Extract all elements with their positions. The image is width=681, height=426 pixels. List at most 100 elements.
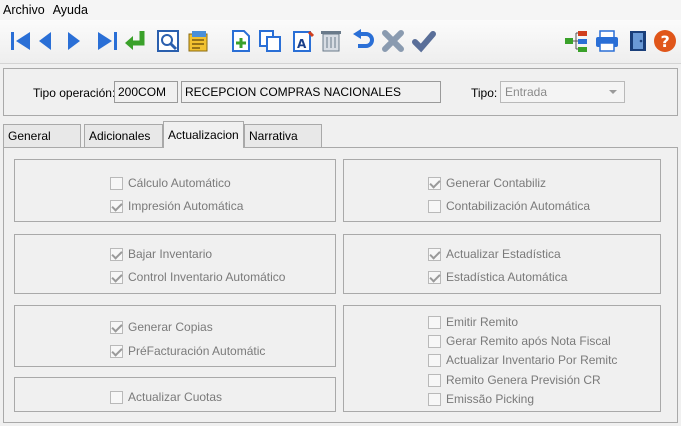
- checkbox-unchecked: [428, 373, 441, 387]
- print-button[interactable]: [594, 28, 620, 54]
- svg-text:?: ?: [661, 32, 670, 51]
- tipo-select-value: Entrada: [505, 85, 548, 99]
- last-icon: [98, 32, 117, 50]
- tab-general[interactable]: General: [3, 124, 81, 147]
- chk-generar-contabiliz[interactable]: Generar Contabiliz: [428, 176, 546, 190]
- checkbox-checked: [110, 199, 123, 213]
- new-button[interactable]: [228, 28, 254, 54]
- chk-emitir-remito[interactable]: Emitir Remito: [428, 315, 518, 329]
- chk-label: Impresión Automática: [128, 199, 244, 213]
- chk-gerar-remito[interactable]: Gerar Remito após Nota Fiscal: [428, 334, 611, 348]
- new-icon: [232, 30, 250, 52]
- preview-button[interactable]: [155, 28, 181, 54]
- menu-archivo[interactable]: Archivo: [0, 0, 49, 20]
- checkbox-unchecked: [428, 353, 441, 367]
- chk-actualizar-cuotas[interactable]: Actualizar Cuotas: [110, 390, 222, 404]
- tree-button[interactable]: [563, 28, 589, 54]
- delete-button[interactable]: [318, 28, 344, 54]
- edit-icon: A: [293, 30, 315, 52]
- group-automatizacion: Cálculo Automático Impresión Automática: [14, 159, 336, 222]
- last-record-button[interactable]: [94, 28, 120, 54]
- chk-estadistica-automatica[interactable]: Estadística Automática: [428, 270, 567, 284]
- checkbox-checked: [110, 270, 123, 284]
- group-contabilidad: Generar Contabiliz Contabilización Autom…: [343, 159, 661, 222]
- menu-ayuda[interactable]: Ayuda: [49, 0, 92, 20]
- descripcion-field[interactable]: RECEPCION COMPRAS NACIONALES: [181, 81, 441, 103]
- checkbox-checked: [110, 320, 123, 334]
- next-icon: [68, 32, 80, 50]
- chk-bajar-inventario[interactable]: Bajar Inventario: [110, 247, 212, 261]
- chk-actualizar-estadistica[interactable]: Actualizar Estadística: [428, 247, 561, 261]
- checkbox-unchecked: [428, 199, 441, 213]
- chk-label: Bajar Inventario: [128, 247, 213, 261]
- tipo-label: Tipo:: [471, 86, 498, 100]
- chk-label: Actualizar Cuotas: [128, 390, 223, 404]
- chk-label: Estadística Automática: [446, 270, 568, 284]
- prev-record-button[interactable]: [33, 28, 59, 54]
- checkbox-checked: [428, 247, 441, 261]
- svg-text:A: A: [297, 37, 307, 51]
- undo-icon: [353, 29, 374, 48]
- chk-label: Emitir Remito: [446, 315, 519, 329]
- enter-button[interactable]: [122, 28, 148, 54]
- chk-contabilizacion-automatica[interactable]: Contabilización Automática: [428, 199, 590, 213]
- print-icon: [596, 30, 618, 52]
- chk-remito-prevision[interactable]: Remito Genera Previsión CR: [428, 373, 601, 387]
- undo-button[interactable]: [350, 28, 376, 54]
- checkbox-checked: [428, 270, 441, 284]
- tree-icon: [565, 31, 587, 52]
- tab-body-actualizacion: Cálculo Automático Impresión Automática …: [3, 147, 678, 423]
- chevron-down-icon: [609, 90, 617, 94]
- chk-impresion-automatica[interactable]: Impresión Automática: [110, 199, 243, 213]
- confirm-button[interactable]: [411, 28, 437, 54]
- chk-prefacturacion[interactable]: PréFacturación Automátic: [110, 344, 265, 358]
- enter-icon: [125, 31, 145, 50]
- checkbox-checked: [110, 344, 123, 358]
- tipo-select[interactable]: Entrada: [500, 81, 625, 103]
- confirm-icon: [412, 31, 436, 53]
- checkbox-unchecked: [428, 315, 441, 329]
- tab-adicionales[interactable]: Adicionales: [84, 124, 163, 147]
- next-record-button[interactable]: [60, 28, 86, 54]
- chk-label: Actualizar Estadística: [446, 247, 561, 261]
- codigo-field[interactable]: 200COM: [114, 81, 178, 103]
- checkbox-checked: [110, 247, 123, 261]
- help-icon: ?: [654, 30, 676, 52]
- tipo-operacion-label: Tipo operación:: [33, 86, 116, 100]
- chk-label: Control Inventario Automático: [128, 270, 286, 284]
- group-cuotas: Actualizar Cuotas: [14, 377, 336, 412]
- checkbox-unchecked: [428, 392, 441, 406]
- exit-button[interactable]: [625, 28, 651, 54]
- chk-control-inventario[interactable]: Control Inventario Automático: [110, 270, 285, 284]
- chk-label: Actualizar Inventario Por Remitc: [446, 353, 618, 367]
- chk-calculo-automatico[interactable]: Cálculo Automático: [110, 176, 231, 190]
- copy-button[interactable]: [257, 28, 283, 54]
- checkbox-unchecked: [110, 176, 123, 190]
- group-inventario: Bajar Inventario Control Inventario Auto…: [14, 234, 336, 294]
- report-icon: [188, 31, 208, 52]
- cancel-icon: [382, 30, 404, 52]
- preview-icon: [157, 30, 179, 52]
- chk-label: Cálculo Automático: [128, 176, 231, 190]
- help-button[interactable]: ?: [652, 28, 678, 54]
- prev-icon: [39, 32, 51, 50]
- report-button[interactable]: [186, 28, 212, 54]
- chk-generar-copias[interactable]: Generar Copias: [110, 320, 213, 334]
- first-record-button[interactable]: [8, 28, 34, 54]
- toolbar: A ?: [0, 20, 681, 64]
- checkbox-checked: [428, 176, 441, 190]
- chk-emissao-picking[interactable]: Emissão Picking: [428, 392, 534, 406]
- copy-icon: [259, 30, 281, 52]
- tab-actualizacion[interactable]: Actualizacion: [163, 121, 244, 148]
- group-remito: Emitir Remito Gerar Remito após Nota Fis…: [343, 305, 661, 412]
- header-panel: Tipo operación: 200COM RECEPCION COMPRAS…: [3, 68, 678, 116]
- menu-bar: Archivo Ayuda: [0, 0, 681, 20]
- tab-narrativa[interactable]: Narrativa: [244, 124, 322, 147]
- chk-label: PréFacturación Automátic: [128, 344, 266, 358]
- cancel-button[interactable]: [380, 28, 406, 54]
- group-facturacion: Generar Copias PréFacturación Automátic: [14, 305, 336, 367]
- edit-button[interactable]: A: [291, 28, 317, 54]
- chk-actualizar-inventario-remito[interactable]: Actualizar Inventario Por Remitc: [428, 353, 617, 367]
- chk-label: Gerar Remito após Nota Fiscal: [446, 334, 611, 348]
- checkbox-unchecked: [110, 390, 123, 404]
